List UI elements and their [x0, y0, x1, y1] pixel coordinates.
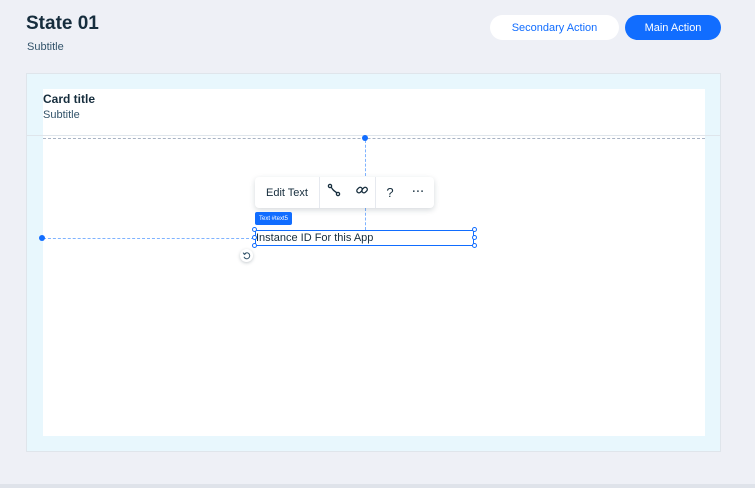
card-subtitle: Subtitle [43, 109, 80, 121]
link-icon [355, 183, 369, 202]
more-icon: ··· [411, 185, 425, 200]
resize-handle-top-right[interactable] [472, 227, 477, 232]
card-divider [26, 135, 721, 136]
guide-line-horizontal-top [43, 138, 705, 139]
rotate-icon [242, 247, 251, 265]
snap-dot-left [39, 235, 45, 241]
page-subtitle: Subtitle [27, 41, 64, 53]
element-tag: Text #text5 [255, 212, 293, 225]
guide-line-horizontal-left [43, 238, 254, 239]
bottom-edge [0, 484, 755, 488]
link-button[interactable] [348, 177, 376, 208]
resize-handle-top-left[interactable] [252, 227, 257, 232]
rotate-handle[interactable] [240, 249, 253, 262]
resize-handle-middle-left[interactable] [252, 235, 257, 240]
snap-dot-top [362, 135, 368, 141]
guide-line-vertical-lower [365, 208, 366, 230]
resize-handle-bottom-right[interactable] [472, 243, 477, 248]
floating-toolbar: Edit Text ? ··· [255, 177, 434, 208]
connect-data-icon [327, 183, 341, 202]
main-action-button[interactable]: Main Action [625, 15, 721, 40]
help-button[interactable]: ? [376, 177, 404, 208]
resize-handle-bottom-left[interactable] [252, 243, 257, 248]
edit-text-button[interactable]: Edit Text [255, 177, 320, 208]
secondary-action-button[interactable]: Secondary Action [490, 15, 619, 40]
card-title: Card title [43, 92, 96, 106]
page-title: State 01 [26, 13, 99, 34]
selected-text-element[interactable]: Instance ID For this App [255, 230, 474, 246]
help-icon: ? [386, 185, 394, 200]
connect-data-button[interactable] [320, 177, 348, 208]
more-actions-button[interactable]: ··· [404, 177, 432, 208]
card[interactable] [43, 89, 705, 436]
resize-handle-middle-right[interactable] [472, 235, 477, 240]
guide-line-vertical [365, 140, 366, 176]
